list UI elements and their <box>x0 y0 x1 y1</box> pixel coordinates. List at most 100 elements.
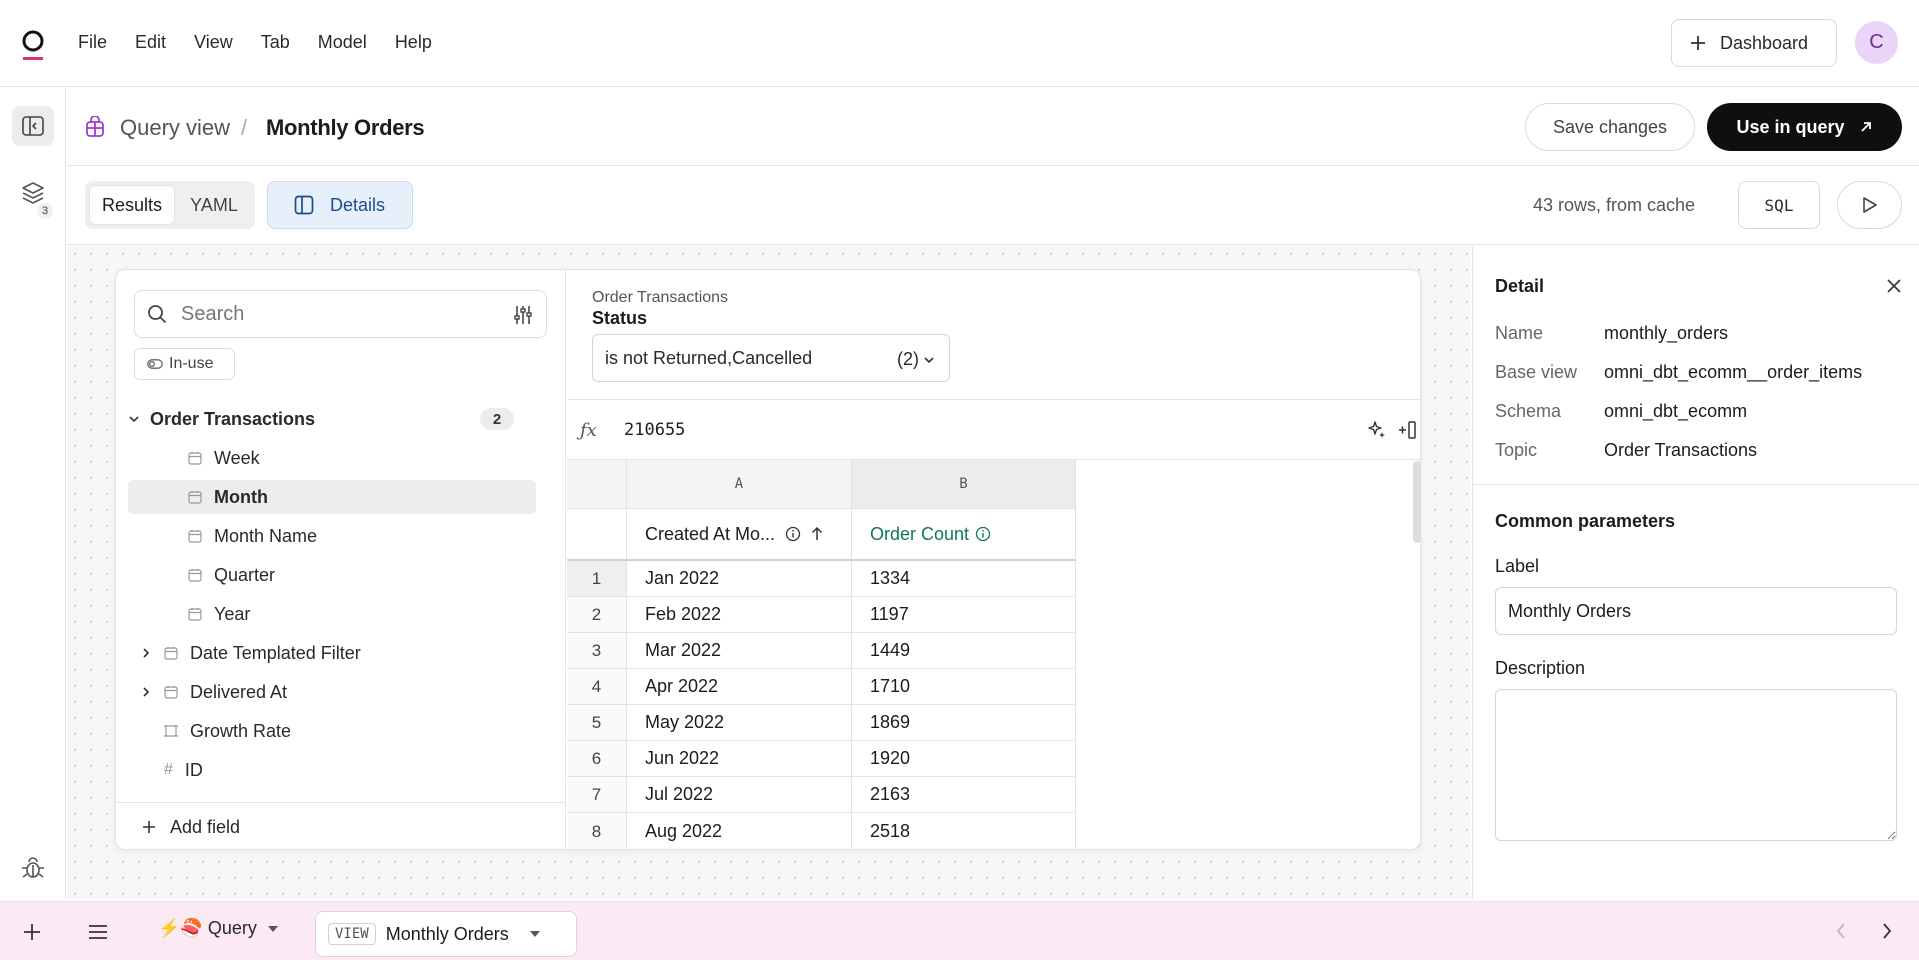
description-textarea[interactable] <box>1495 689 1897 841</box>
chevron-right-icon[interactable] <box>1880 922 1894 940</box>
avatar[interactable]: C <box>1855 21 1898 64</box>
bug-icon[interactable] <box>20 856 46 880</box>
row-number[interactable]: 8 <box>567 813 627 849</box>
results-grid: A B Created At Mo... Order Count 1 Jan 2… <box>567 460 1420 849</box>
add-field-button[interactable]: Add field <box>116 802 566 849</box>
menu-file[interactable]: File <box>78 30 107 54</box>
table-cell[interactable]: 2518 <box>852 813 1076 849</box>
field-item-label: Week <box>214 447 260 468</box>
info-icon[interactable] <box>785 526 801 542</box>
tab-yaml[interactable]: YAML <box>178 185 250 225</box>
add-column-icon[interactable] <box>1398 420 1416 440</box>
calendar-icon <box>188 529 202 543</box>
field-item-quarter[interactable]: Quarter <box>128 558 536 592</box>
field-item-growth-rate[interactable]: Growth Rate <box>128 714 536 748</box>
sliders-icon[interactable] <box>514 305 532 325</box>
field-item-week[interactable]: Week <box>128 441 536 475</box>
new-tab-plus-icon[interactable] <box>22 922 42 942</box>
grid-scrollbar[interactable] <box>1413 461 1421 543</box>
table-cell[interactable]: Apr 2022 <box>627 669 852 705</box>
formula-value[interactable]: 210655 <box>624 420 685 440</box>
detail-value-schema: omni_dbt_ecomm <box>1604 401 1748 421</box>
omni-logo-icon[interactable] <box>21 29 45 63</box>
column-header-order-count[interactable]: Order Count <box>852 509 1076 561</box>
table-cell[interactable]: 1449 <box>852 633 1076 669</box>
tab-view-label: Monthly Orders <box>385 923 509 944</box>
sidebar-toggle-button[interactable] <box>12 106 54 146</box>
info-icon[interactable] <box>975 526 991 542</box>
column-letter-b[interactable]: B <box>852 460 1076 509</box>
row-number-header <box>567 509 627 561</box>
menu-tab[interactable]: Tab <box>261 30 290 54</box>
menu-view[interactable]: View <box>194 30 233 54</box>
use-in-query-label: Use in query <box>1736 116 1845 137</box>
in-use-filter-chip[interactable]: In-use <box>134 348 235 380</box>
row-number[interactable]: 4 <box>567 669 627 705</box>
details-toggle-button[interactable]: Details <box>267 181 413 229</box>
hash-icon: # <box>164 761 173 778</box>
table-cell[interactable]: 1710 <box>852 669 1076 705</box>
menu-model[interactable]: Model <box>318 30 367 54</box>
row-number[interactable]: 1 <box>567 561 627 597</box>
calendar-icon <box>164 646 178 660</box>
dashboard-button[interactable]: Dashboard <box>1671 19 1837 67</box>
table-cell[interactable]: Jul 2022 <box>627 777 852 813</box>
field-item-month[interactable]: Month <box>128 480 536 514</box>
close-icon[interactable] <box>1886 278 1902 294</box>
table-cell[interactable]: Aug 2022 <box>627 813 852 849</box>
table-cell[interactable]: 1334 <box>852 561 1076 597</box>
tab-query[interactable]: ⚡🍣 Query <box>158 918 279 939</box>
common-parameters-title: Common parameters <box>1495 511 1676 531</box>
tab-monthly-orders[interactable]: VIEW Monthly Orders <box>315 911 577 957</box>
row-number[interactable]: 5 <box>567 705 627 741</box>
in-use-label: In-use <box>169 355 214 372</box>
field-group-order-transactions[interactable]: Order Transactions 2 <box>128 402 536 436</box>
table-cell[interactable]: Jan 2022 <box>627 561 852 597</box>
table-cell[interactable]: Mar 2022 <box>627 633 852 669</box>
save-changes-button[interactable]: Save changes <box>1525 103 1695 151</box>
breadcrumb-parent[interactable]: Query view <box>120 114 230 142</box>
table-cell[interactable]: 2163 <box>852 777 1076 813</box>
status-filter-select[interactable]: is not Returned,Cancelled (2) <box>592 334 950 382</box>
column-header-created-at-month[interactable]: Created At Mo... <box>627 509 852 561</box>
menu-help[interactable]: Help <box>395 30 432 54</box>
row-number[interactable]: 2 <box>567 597 627 633</box>
formula-bar: ƒx 210655 <box>567 400 1420 460</box>
calendar-icon <box>164 685 178 699</box>
row-number[interactable]: 7 <box>567 777 627 813</box>
table-cell[interactable]: 1920 <box>852 741 1076 777</box>
row-number[interactable]: 3 <box>567 633 627 669</box>
column-letter-a[interactable]: A <box>627 460 852 509</box>
field-item-date-templated-filter[interactable]: Date Templated Filter <box>128 636 536 670</box>
run-button[interactable] <box>1837 181 1902 229</box>
table-cell[interactable]: May 2022 <box>627 705 852 741</box>
hamburger-menu-icon[interactable] <box>88 923 108 941</box>
sql-button[interactable]: SQL <box>1738 181 1820 229</box>
sparkle-icon[interactable] <box>1367 420 1387 440</box>
field-item-year[interactable]: Year <box>128 597 536 631</box>
menu-edit[interactable]: Edit <box>135 30 166 54</box>
detail-value-base-view: omni_dbt_ecomm__order_items <box>1604 362 1863 382</box>
caret-down-icon[interactable] <box>529 930 541 938</box>
grid-corner <box>567 460 627 509</box>
row-number[interactable]: 6 <box>567 741 627 777</box>
query-card: In-use Order Transactions 2 Week Month M… <box>115 269 1421 850</box>
field-item-delivered-at[interactable]: Delivered At <box>128 675 536 709</box>
layers-icon[interactable] <box>20 181 46 205</box>
label-input[interactable] <box>1495 587 1897 635</box>
search-input[interactable] <box>181 302 481 326</box>
table-cell[interactable]: 1197 <box>852 597 1076 633</box>
sort-ascending-icon[interactable] <box>811 526 823 542</box>
caret-down-icon[interactable] <box>267 925 279 933</box>
field-item-id[interactable]: # ID <box>128 753 536 787</box>
table-cell[interactable]: Jun 2022 <box>627 741 852 777</box>
table-cell[interactable]: Feb 2022 <box>627 597 852 633</box>
chevron-left-icon[interactable] <box>1834 922 1848 940</box>
bottom-tab-bar <box>0 901 1919 960</box>
use-in-query-button[interactable]: Use in query <box>1707 103 1902 151</box>
field-item-month-name[interactable]: Month Name <box>128 519 536 553</box>
label-field-title: Label <box>1495 556 1540 576</box>
field-item-label: Date Templated Filter <box>190 642 361 663</box>
tab-results[interactable]: Results <box>89 185 175 225</box>
table-cell[interactable]: 1869 <box>852 705 1076 741</box>
